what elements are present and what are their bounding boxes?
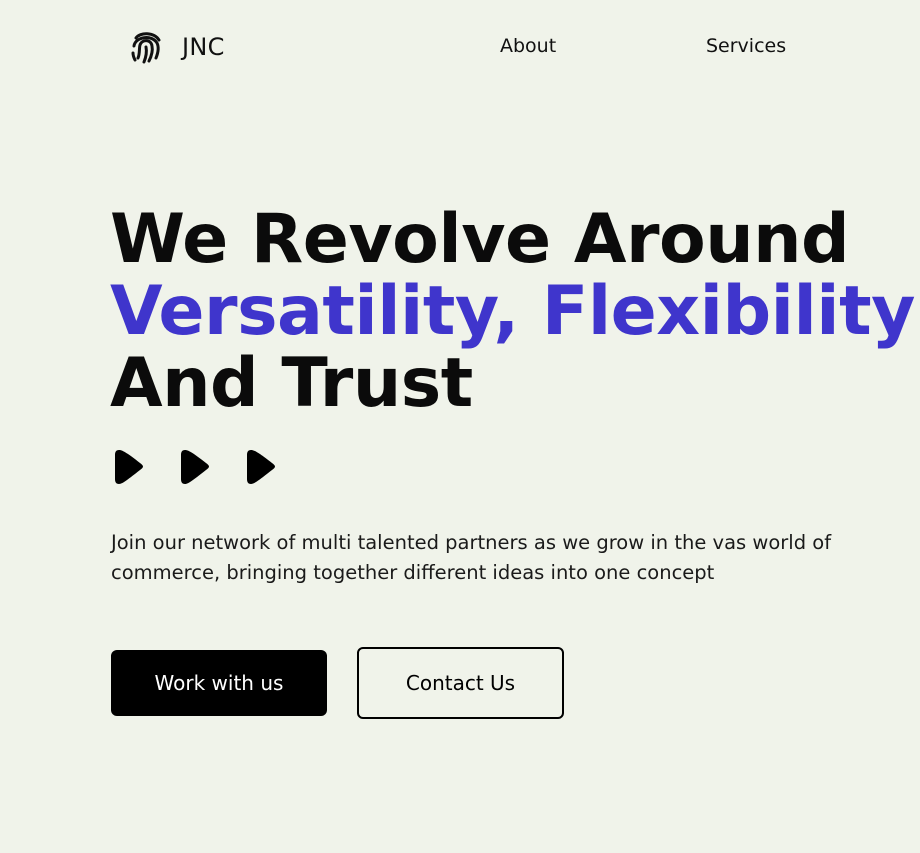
- fingerprint-icon: [128, 28, 166, 66]
- brand[interactable]: JNC: [128, 28, 225, 66]
- landing-page: JNC About Services We Revolve Around Ver…: [0, 0, 920, 853]
- arrow-icons-group: [114, 448, 276, 486]
- brand-name: JNC: [182, 33, 225, 61]
- nav-link-services[interactable]: Services: [706, 35, 786, 57]
- nav-link-about[interactable]: About: [500, 35, 556, 57]
- contact-us-button[interactable]: Contact Us: [357, 647, 564, 719]
- hero-title-line-3: And Trust: [110, 344, 473, 423]
- play-arrow-icon: [114, 448, 144, 486]
- play-arrow-icon: [246, 448, 276, 486]
- play-arrow-icon: [180, 448, 210, 486]
- hero-title-line-1: We Revolve Around: [110, 200, 850, 279]
- work-with-us-button[interactable]: Work with us: [111, 650, 327, 716]
- hero-title-line-2: Versatility, Flexibility: [110, 272, 915, 351]
- hero-title: We Revolve Around Versatility, Flexibili…: [110, 204, 915, 420]
- hero-description: Join our network of multi talented partn…: [111, 531, 832, 584]
